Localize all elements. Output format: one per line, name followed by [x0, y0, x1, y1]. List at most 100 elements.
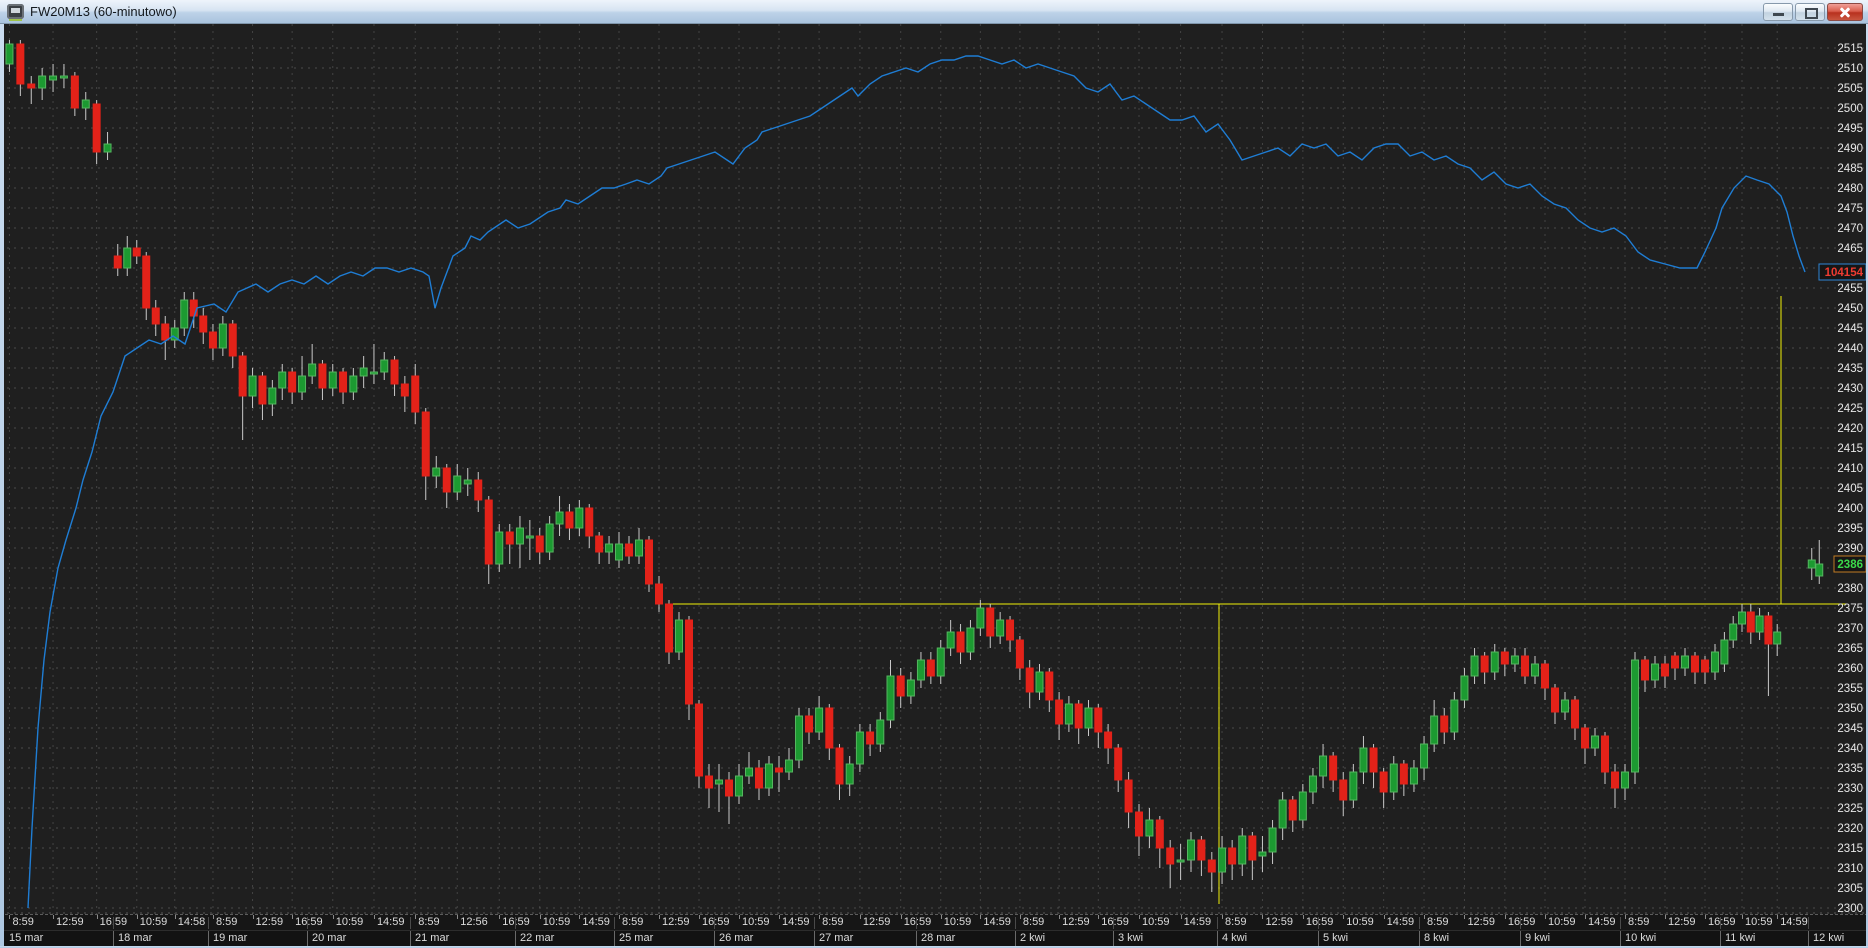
- candle-down[interactable]: [442, 467, 451, 493]
- candle-up[interactable]: [1729, 623, 1738, 641]
- candle-down[interactable]: [390, 359, 399, 385]
- candle-up[interactable]: [605, 543, 614, 553]
- candle-up[interactable]: [1389, 763, 1398, 793]
- candle-down[interactable]: [565, 511, 574, 529]
- candle-up[interactable]: [1238, 835, 1247, 865]
- candle-up[interactable]: [1510, 655, 1519, 665]
- candle-up[interactable]: [1773, 631, 1782, 645]
- candle-up[interactable]: [946, 631, 955, 649]
- candle-up[interactable]: [1450, 699, 1459, 733]
- candle-down[interactable]: [655, 583, 663, 605]
- candle-up[interactable]: [1470, 655, 1479, 677]
- candle-up[interactable]: [1490, 651, 1499, 673]
- candle-up[interactable]: [1298, 791, 1307, 821]
- candle-up[interactable]: [785, 759, 793, 773]
- candle-up[interactable]: [268, 387, 277, 405]
- candle-down[interactable]: [1045, 671, 1054, 701]
- candle-up[interactable]: [59, 75, 68, 79]
- candle-up[interactable]: [916, 659, 925, 681]
- candle-up[interactable]: [845, 763, 854, 785]
- candle-up[interactable]: [123, 247, 132, 269]
- candle-down[interactable]: [16, 43, 25, 85]
- candle-down[interactable]: [1074, 703, 1083, 729]
- candle-down[interactable]: [825, 707, 834, 749]
- candle-down[interactable]: [70, 75, 79, 109]
- candle-down[interactable]: [1166, 847, 1175, 865]
- candle-up[interactable]: [936, 647, 945, 677]
- candle-down[interactable]: [775, 767, 783, 773]
- candle-down[interactable]: [339, 371, 348, 393]
- candle-down[interactable]: [1094, 707, 1103, 733]
- candle-down[interactable]: [1055, 699, 1064, 725]
- minimize-button[interactable]: [1763, 3, 1793, 21]
- candle-up[interactable]: [1308, 775, 1317, 793]
- candle-down[interactable]: [1399, 763, 1408, 785]
- close-button[interactable]: [1827, 3, 1863, 21]
- candle-down[interactable]: [318, 363, 327, 389]
- candle-up[interactable]: [525, 535, 534, 539]
- candle-down[interactable]: [725, 779, 733, 797]
- candle-up[interactable]: [103, 143, 112, 153]
- candle-down[interactable]: [1701, 659, 1709, 673]
- candle-down[interactable]: [866, 731, 875, 745]
- chart-canvas[interactable]: 2515 2510 2505 2500 2495 2490 2485 2480 2475 2470…: [0, 24, 1868, 914]
- candle-up[interactable]: [1187, 839, 1195, 861]
- candle-up[interactable]: [1720, 639, 1729, 665]
- candle-down[interactable]: [1541, 663, 1549, 689]
- candle-down[interactable]: [1661, 663, 1669, 677]
- candle-up[interactable]: [1278, 799, 1287, 829]
- candle-up[interactable]: [1738, 611, 1746, 625]
- candle-up[interactable]: [1064, 703, 1073, 725]
- candle-up[interactable]: [815, 707, 824, 733]
- candle-down[interactable]: [1581, 727, 1589, 749]
- candle-up[interactable]: [1359, 747, 1368, 773]
- candle-up[interactable]: [1621, 771, 1629, 789]
- candle-down[interactable]: [411, 375, 420, 413]
- candle-down[interactable]: [1025, 667, 1034, 693]
- candle-up[interactable]: [1561, 699, 1569, 713]
- candle-down[interactable]: [1551, 687, 1559, 713]
- candle-down[interactable]: [1764, 615, 1773, 645]
- candle-down[interactable]: [400, 383, 409, 397]
- candle-up[interactable]: [380, 359, 389, 373]
- candle-up[interactable]: [81, 99, 90, 109]
- candle-down[interactable]: [625, 543, 633, 557]
- candle-down[interactable]: [92, 103, 101, 153]
- candle-down[interactable]: [484, 499, 493, 565]
- candle-down[interactable]: [199, 315, 208, 333]
- candle-up[interactable]: [635, 539, 643, 557]
- candle-up[interactable]: [886, 675, 895, 721]
- candle-up[interactable]: [615, 543, 623, 561]
- candle-up[interactable]: [453, 475, 462, 493]
- titlebar[interactable]: FW20M13 (60-minutowo): [0, 0, 1868, 24]
- candle-down[interactable]: [189, 299, 198, 317]
- candle-up[interactable]: [1084, 707, 1093, 729]
- candle-up[interactable]: [1755, 615, 1764, 633]
- candle-up[interactable]: [1035, 671, 1044, 693]
- candle-down[interactable]: [986, 607, 995, 637]
- candle-up[interactable]: [248, 375, 257, 397]
- candle-up[interactable]: [1176, 859, 1185, 863]
- candle-up[interactable]: [369, 371, 378, 375]
- candle-up[interactable]: [855, 731, 864, 765]
- candle-down[interactable]: [208, 331, 217, 349]
- candle-down[interactable]: [1480, 655, 1489, 673]
- candle-up[interactable]: [745, 767, 753, 777]
- candle-up[interactable]: [1681, 655, 1689, 669]
- candle-down[interactable]: [1197, 839, 1206, 861]
- maximize-button[interactable]: [1795, 3, 1825, 21]
- candle-down[interactable]: [1288, 799, 1297, 821]
- candle-up[interactable]: [735, 775, 743, 797]
- candle-up[interactable]: [1258, 851, 1267, 857]
- candle-down[interactable]: [1006, 619, 1015, 641]
- candle-up[interactable]: [996, 619, 1005, 637]
- candle-up[interactable]: [180, 299, 189, 329]
- candle-down[interactable]: [1691, 655, 1699, 673]
- candle-up[interactable]: [38, 75, 47, 89]
- candle-down[interactable]: [1369, 747, 1378, 773]
- candle-up[interactable]: [495, 531, 504, 565]
- candle-up[interactable]: [463, 479, 472, 485]
- candle-down[interactable]: [695, 703, 703, 777]
- candle-up[interactable]: [1349, 771, 1358, 801]
- candle-down[interactable]: [1135, 811, 1143, 837]
